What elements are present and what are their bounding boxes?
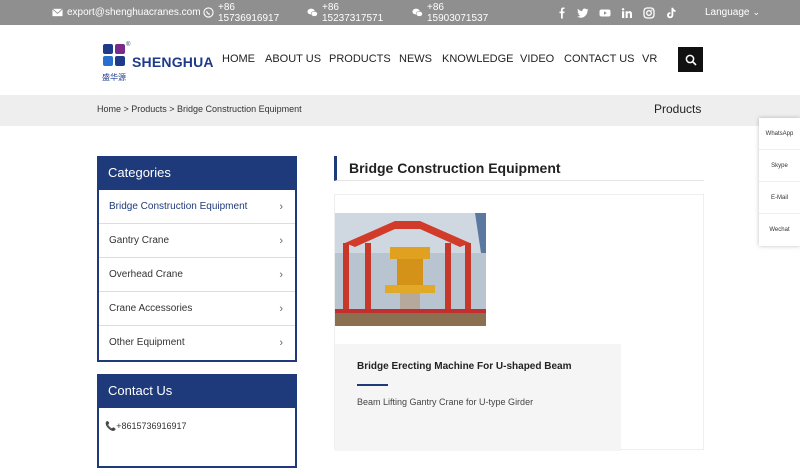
main-title-wrap: Bridge Construction Equipment xyxy=(334,156,704,181)
nav-knowledge[interactable]: KNOWLEDGE xyxy=(442,53,514,65)
chevron-right-icon: › xyxy=(279,303,283,315)
page-title: Bridge Construction Equipment xyxy=(349,160,561,176)
instagram-icon[interactable] xyxy=(643,6,655,19)
categories-heading: Categories xyxy=(97,156,297,190)
category-list: Bridge Construction Equipment › Gantry C… xyxy=(97,190,297,362)
chevron-right-icon: › xyxy=(279,269,283,281)
product-panel: Bridge Erecting Machine For U-shaped Bea… xyxy=(334,194,704,451)
wechat-contact-1[interactable]: +86 15237317571 xyxy=(307,0,383,25)
chevron-down-icon: ⌄ xyxy=(752,7,761,17)
floating-contact-bar: WhatsApp Skype E-Mail Wechat xyxy=(759,118,800,246)
contact-panel: Contact Us 📞+8615736916917 xyxy=(97,374,297,468)
language-label: Language xyxy=(705,7,750,18)
wechat-icon xyxy=(307,7,318,18)
product-divider xyxy=(357,384,388,386)
wechat1-number: 15237317571 xyxy=(322,12,384,24)
wechat2-number: 15903071537 xyxy=(427,12,489,24)
wechat-icon xyxy=(412,7,423,18)
email-icon xyxy=(52,7,63,18)
email-contact[interactable]: export@shenghuacranes.com xyxy=(52,0,201,25)
category-label: Bridge Construction Equipment xyxy=(109,201,248,212)
site-header: ® SHENGHUA 盛华源 HOME ABOUT US PRODUCTS NE… xyxy=(0,25,800,95)
float-skype[interactable]: Skype xyxy=(759,150,800,182)
chevron-right-icon: › xyxy=(279,337,283,349)
language-selector[interactable]: Language ⌄ xyxy=(705,0,760,25)
search-button[interactable] xyxy=(678,47,703,72)
logo-registered-mark: ® xyxy=(126,42,131,48)
category-label: Gantry Crane xyxy=(109,235,170,246)
logo-subtext: 盛华源 xyxy=(102,73,126,82)
logo-mark-icon xyxy=(103,44,125,66)
nav-contact-us[interactable]: CONTACT US xyxy=(564,53,635,65)
whatsapp-contact[interactable]: +86 15736916917 xyxy=(203,0,279,25)
nav-about-us[interactable]: ABOUT US xyxy=(265,53,321,65)
wechat-contact-2[interactable]: +86 15903071537 xyxy=(412,0,488,25)
logo-text: SHENGHUA xyxy=(132,54,214,70)
categories-panel: Categories Bridge Construction Equipment… xyxy=(97,156,297,362)
nav-video[interactable]: VIDEO xyxy=(520,53,554,65)
float-wechat[interactable]: Wechat xyxy=(759,214,800,246)
tiktok-icon[interactable] xyxy=(665,7,677,19)
breadcrumb-bar: Home > Products > Bridge Construction Eq… xyxy=(0,95,800,126)
section-title: Products xyxy=(654,102,702,116)
contact-phone[interactable]: 📞+8615736916917 xyxy=(105,421,187,432)
product-name[interactable]: Bridge Erecting Machine For U-shaped Bea… xyxy=(357,361,572,372)
wechat2-prefix: +86 xyxy=(427,1,444,13)
category-label: Crane Accessories xyxy=(109,303,193,314)
float-whatsapp[interactable]: WhatsApp xyxy=(759,118,800,150)
product-image[interactable] xyxy=(335,213,486,326)
category-item[interactable]: Other Equipment › xyxy=(99,326,295,360)
nav-vr[interactable]: VR xyxy=(642,53,657,65)
product-card[interactable]: Bridge Erecting Machine For U-shaped Bea… xyxy=(335,344,621,451)
whatsapp-icon xyxy=(203,7,214,18)
chevron-right-icon: › xyxy=(279,235,283,247)
category-item[interactable]: Crane Accessories › xyxy=(99,292,295,326)
facebook-icon[interactable] xyxy=(556,7,568,19)
category-label: Overhead Crane xyxy=(109,269,183,280)
category-item[interactable]: Gantry Crane › xyxy=(99,224,295,258)
top-bar: export@shenghuacranes.com +86 15736916917… xyxy=(0,0,800,25)
logo[interactable]: ® SHENGHUA 盛华源 xyxy=(102,42,214,82)
nav-home[interactable]: HOME xyxy=(222,53,255,65)
float-email[interactable]: E-Mail xyxy=(759,182,800,214)
linkedin-icon[interactable] xyxy=(621,7,633,19)
phone-icon: 📞 xyxy=(105,421,117,431)
category-item[interactable]: Overhead Crane › xyxy=(99,258,295,292)
search-icon xyxy=(685,54,697,66)
twitter-icon[interactable] xyxy=(577,7,589,19)
whatsapp-number: 15736916917 xyxy=(218,12,280,24)
category-item[interactable]: Bridge Construction Equipment › xyxy=(99,190,295,224)
chevron-right-icon: › xyxy=(279,201,283,213)
product-description: Beam Lifting Gantry Crane for U-type Gir… xyxy=(357,397,534,407)
category-label: Other Equipment xyxy=(109,337,185,348)
wechat1-prefix: +86 xyxy=(322,1,339,13)
contact-body: 📞+8615736916917 xyxy=(97,408,297,468)
contact-heading: Contact Us xyxy=(97,374,297,408)
email-text: export@shenghuacranes.com xyxy=(67,7,201,18)
youtube-icon[interactable] xyxy=(599,7,611,19)
nav-news[interactable]: NEWS xyxy=(399,53,432,65)
nav-products[interactable]: PRODUCTS xyxy=(329,53,391,65)
breadcrumb[interactable]: Home > Products > Bridge Construction Eq… xyxy=(97,104,302,114)
contact-phone-number: +8615736916917 xyxy=(116,421,187,431)
main-content: Bridge Construction Equipment Bridge Ere… xyxy=(334,156,704,451)
whatsapp-prefix: +86 xyxy=(218,1,235,13)
